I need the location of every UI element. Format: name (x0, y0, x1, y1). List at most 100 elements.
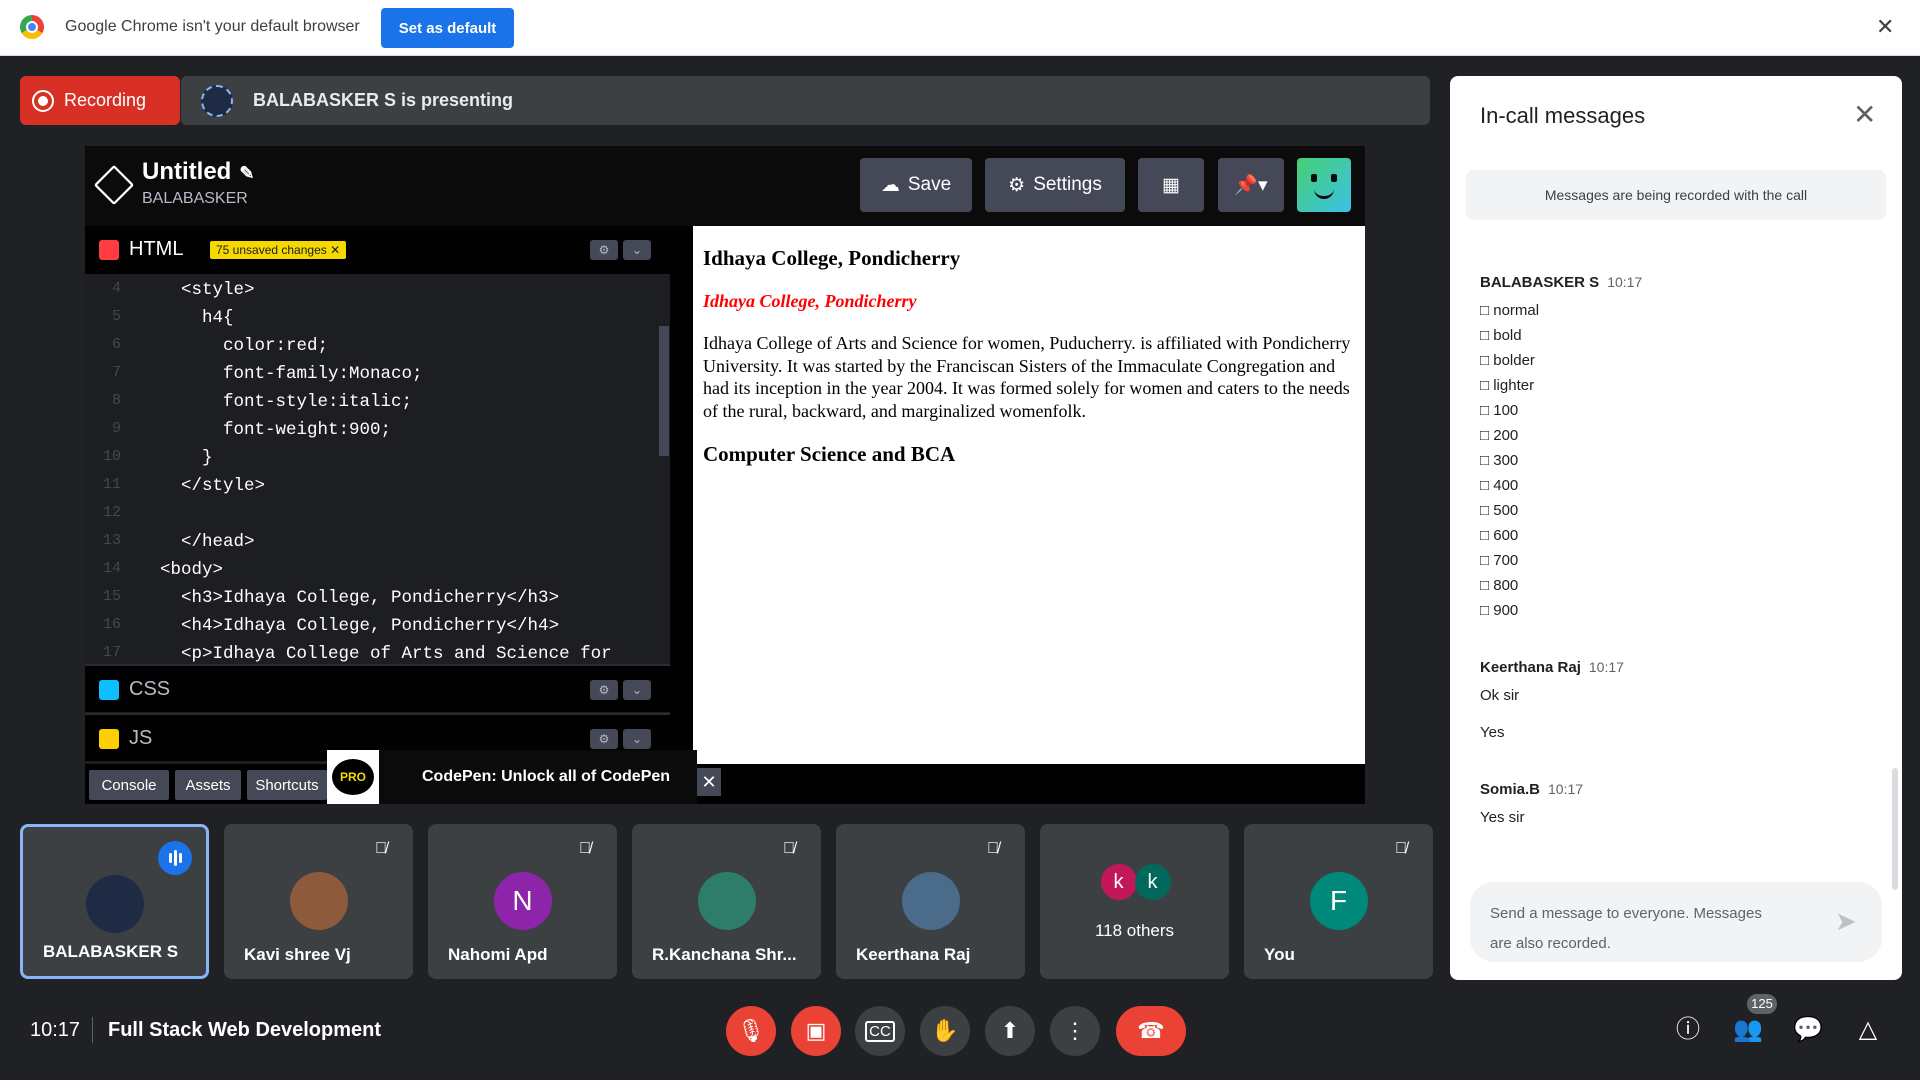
message-header: BALABASKER S 10:17 (1480, 274, 1642, 292)
participant-tile[interactable]: Kavi shree Vj 🎙̸ (224, 824, 413, 979)
settings-button[interactable]: ⚙ Settings (985, 158, 1125, 212)
participant-tile[interactable]: k k 118 others (1040, 824, 1229, 979)
message-input[interactable]: Send a message to everyone. Messages are … (1470, 882, 1882, 962)
pin-button[interactable]: 📌▾ (1218, 158, 1284, 212)
participant-name: Kavi shree Vj (244, 945, 351, 964)
html-collapse-icon[interactable]: ⌄ (623, 240, 651, 260)
message-line: Yes sir (1480, 809, 1525, 826)
code-line: 12 (85, 504, 655, 532)
assets-tab[interactable]: Assets (175, 770, 241, 800)
message-group: Keerthana Raj 10:17 Ok sir Yes (1480, 659, 1624, 745)
save-button[interactable]: ☁ Save (860, 158, 972, 212)
participant-avatar: k (1100, 864, 1137, 900)
pro-promo-banner[interactable]: PRO CodePen: Unlock all of CodePen ✕ (327, 750, 721, 804)
js-collapse-icon[interactable]: ⌄ (623, 729, 651, 749)
codepen-header: Untitled ✎ BALABASKER ☁ Save ⚙ Settings ▦ 📌… (85, 146, 1365, 226)
activities-icon[interactable]: △ (1850, 1012, 1886, 1048)
participant-avatar (85, 875, 144, 933)
panel-close-icon[interactable]: ✕ (1853, 98, 1876, 131)
js-label: JS (129, 727, 153, 749)
css-collapse-icon[interactable]: ⌄ (623, 680, 651, 700)
speaking-indicator-icon (158, 841, 192, 875)
line-number: 13 (102, 532, 121, 549)
code-line: 6 color:red; (85, 336, 655, 364)
microphone-toggle-button[interactable]: 🎙 (726, 1006, 776, 1056)
mic-muted-icon: 🎙̸ (579, 840, 591, 857)
html-label: HTML (129, 238, 184, 260)
presenting-text: BALABASKER S is presenting (253, 90, 514, 110)
meeting-time: 10:17 (30, 1019, 81, 1041)
people-icon[interactable]: 👥 (1730, 1012, 1766, 1048)
pro-badge: PRO (327, 750, 379, 804)
camera-toggle-button[interactable]: ▣ (791, 1006, 841, 1056)
participant-avatar: k (1134, 864, 1171, 900)
message-sender: Somia.B (1480, 781, 1541, 798)
participant-tile[interactable]: R.Kanchana Shr... 🎙̸ (632, 824, 821, 979)
console-tab[interactable]: Console (89, 770, 169, 800)
captions-button[interactable]: CC (855, 1006, 905, 1056)
messages-scrollbar[interactable] (1892, 768, 1898, 890)
mic-muted-icon: 🎙̸ (987, 840, 999, 857)
pen-title[interactable]: Untitled ✎ (142, 158, 254, 186)
result-preview: Idhaya College, Pondicherry Idhaya Colle… (693, 226, 1365, 764)
chat-icon[interactable]: 💬 (1790, 1012, 1826, 1048)
recording-indicator[interactable]: Recording (20, 76, 180, 125)
editor-panel: HTML 75 unsaved changes ✕ ⚙ ⌄ 4 <style> 5… (85, 226, 670, 804)
gear-icon: ⚙ (1008, 174, 1026, 196)
line-number: 14 (102, 560, 121, 577)
js-settings-icon[interactable]: ⚙ (590, 729, 618, 749)
preview-heading: Idhaya College, Pondicherry (703, 246, 961, 270)
message-input-placeholder: Send a message to everyone. Messages are … (1490, 905, 1762, 952)
cloud-icon: ☁ (880, 174, 900, 196)
message-line: □ 900 (1480, 602, 1519, 619)
raise-hand-button[interactable]: ✋ (920, 1006, 970, 1056)
participant-tile[interactable]: F You 🎙̸ (1244, 824, 1433, 979)
shortcuts-tab[interactable]: Shortcuts (247, 770, 327, 800)
user-avatar[interactable] (1297, 158, 1351, 212)
edit-pencil-icon[interactable]: ✎ (239, 163, 254, 183)
leave-call-button[interactable]: ☎ (1116, 1006, 1186, 1056)
participant-tile[interactable]: Keerthana Raj 🎙̸ (836, 824, 1025, 979)
captions-icon: CC (865, 1020, 895, 1042)
html-settings-icon[interactable]: ⚙ (590, 240, 618, 260)
layout-button[interactable]: ▦ (1138, 158, 1204, 212)
code-line: 4 <style> (85, 280, 655, 308)
css-editor-header[interactable]: CSS ⚙ ⌄ (85, 664, 670, 712)
message-line: □ 800 (1480, 577, 1519, 594)
message-line: □ 300 (1480, 452, 1519, 469)
code-line: 13 </head> (85, 532, 655, 560)
html-editor-header[interactable]: HTML 75 unsaved changes ✕ ⚙ ⌄ (85, 226, 670, 274)
code-text: color:red; (160, 336, 329, 356)
promo-close-icon[interactable]: ✕ (697, 768, 721, 796)
mic-off-icon: 🎙 (737, 1018, 765, 1043)
present-button[interactable]: ⬆ (985, 1006, 1035, 1056)
code-line: 7 font-family:Monaco; (85, 364, 655, 392)
message-line: □ 100 (1480, 402, 1519, 419)
set-as-default-button[interactable]: Set as default (381, 8, 514, 48)
message-sender: Keerthana Raj (1480, 659, 1581, 676)
send-icon[interactable]: ➤ (1835, 906, 1857, 937)
message-time: 10:17 (1588, 659, 1624, 675)
message-line: □ bolder (1480, 352, 1535, 369)
record-icon (32, 89, 54, 112)
participant-name: You (1264, 945, 1295, 964)
html-code-editor[interactable]: 4 <style> 5 h4{6 color:red; 7 font-family:… (85, 274, 670, 664)
more-options-button[interactable]: ⋮ (1050, 1006, 1100, 1056)
css-icon (99, 680, 119, 700)
infobar-close-icon[interactable]: ✕ (1876, 14, 1894, 40)
participant-tile[interactable]: N Nahomi Apd 🎙̸ (428, 824, 617, 979)
participant-tile[interactable]: BALABASKER S (20, 824, 209, 979)
code-text: </head> (160, 532, 255, 552)
message-sender: BALABASKER S (1480, 274, 1600, 291)
codepen-logo-icon[interactable] (93, 164, 135, 206)
meeting-info-icon[interactable]: ⓘ (1670, 1012, 1706, 1048)
code-text: <h4>Idhaya College, Pondicherry</h4> (160, 616, 560, 636)
audio-bar (179, 853, 182, 863)
line-number: 17 (102, 644, 121, 661)
message-line (1480, 708, 1624, 720)
editor-scrollbar[interactable] (659, 326, 669, 456)
participants-count-badge: 125 (1747, 994, 1777, 1014)
css-settings-icon[interactable]: ⚙ (590, 680, 618, 700)
code-text: <h3>Idhaya College, Pondicherry</h3> (160, 588, 560, 608)
unsaved-changes-badge[interactable]: 75 unsaved changes ✕ (210, 241, 347, 259)
